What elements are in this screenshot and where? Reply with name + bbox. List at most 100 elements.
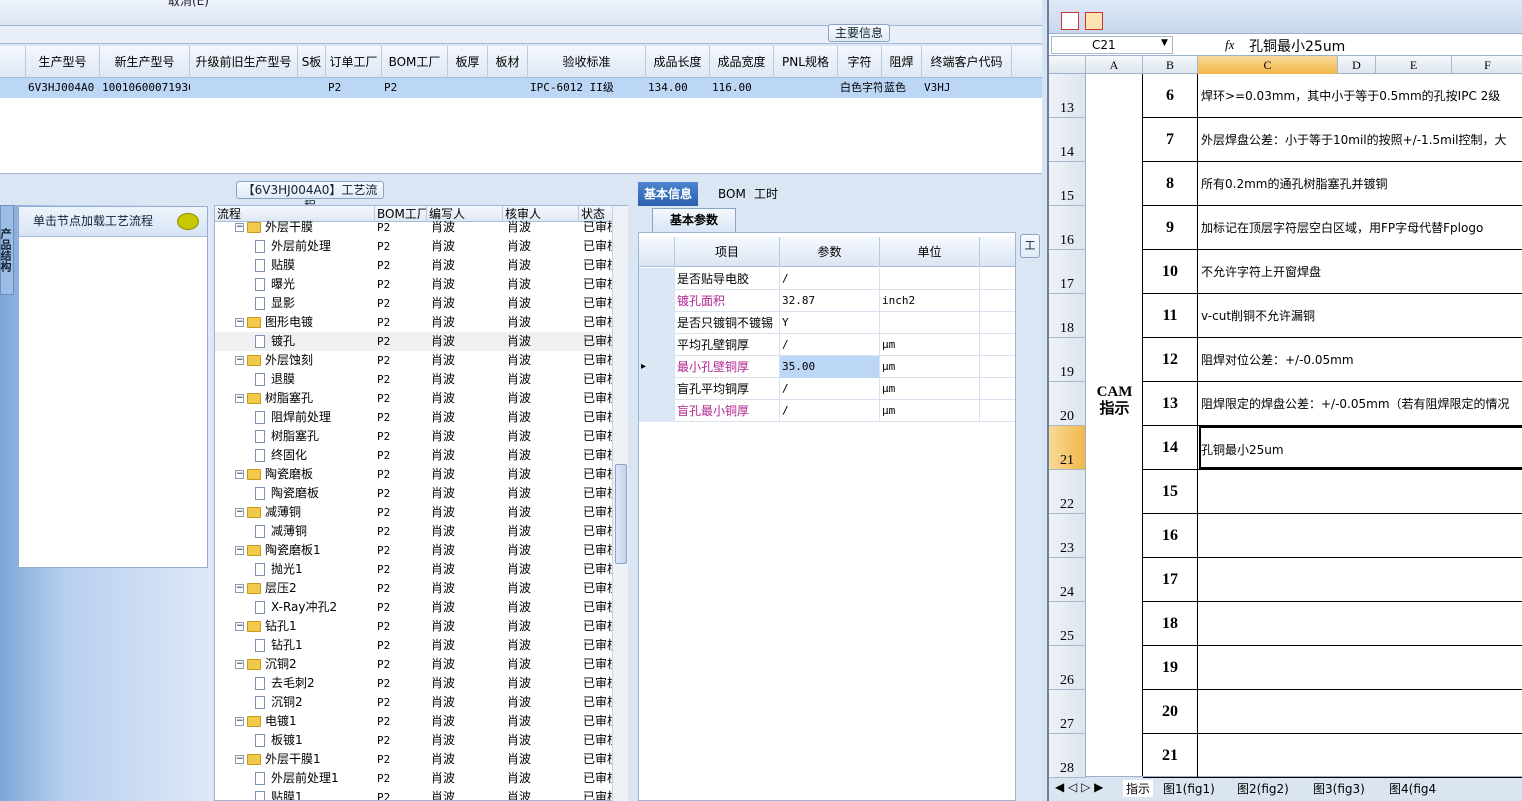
- collapse-icon[interactable]: −: [235, 584, 244, 593]
- column-header[interactable]: 阻焊: [882, 46, 922, 78]
- row-header[interactable]: 21: [1049, 426, 1086, 470]
- collapse-icon[interactable]: −: [235, 546, 244, 555]
- column-header[interactable]: PNL规格: [774, 46, 838, 78]
- row-header[interactable]: 15: [1049, 162, 1086, 206]
- grid-cell[interactable]: P2: [384, 78, 448, 98]
- tab-basic-params[interactable]: 基本参数: [652, 208, 736, 232]
- grid-cell[interactable]: 116.00: [712, 78, 774, 98]
- params-column-header[interactable]: 项目: [675, 237, 780, 267]
- pdf-edit-icon[interactable]: [1085, 12, 1103, 30]
- instruction-cell[interactable]: [1201, 514, 1522, 558]
- instruction-cell[interactable]: [1201, 602, 1522, 646]
- sheet-row[interactable]: 9 加标记在顶层字符层空白区域，用FP字母代替Fplogo: [1143, 206, 1522, 250]
- column-header[interactable]: 板材: [488, 46, 528, 78]
- collapse-icon[interactable]: −: [235, 318, 244, 327]
- column-header-e[interactable]: E: [1376, 56, 1452, 74]
- row-header[interactable]: 14: [1049, 118, 1086, 162]
- product-structure-tab[interactable]: 产品结构: [0, 205, 14, 295]
- grid-cell[interactable]: [776, 78, 838, 98]
- tree-node-step[interactable]: 沉铜2 P2 肖波 肖波 已审核: [215, 693, 619, 712]
- tab-hours[interactable]: 工时: [748, 182, 784, 206]
- grid-cell[interactable]: IPC-6012 II级: [530, 78, 646, 98]
- sheet-tab[interactable]: 图4(fig4: [1389, 780, 1436, 797]
- row-header[interactable]: 22: [1049, 470, 1086, 514]
- main-info-button[interactable]: 主要信息: [828, 24, 890, 42]
- row-header[interactable]: 27: [1049, 690, 1086, 734]
- params-row[interactable]: ▸ 最小孔壁铜厚 35.00 μm: [639, 356, 1015, 378]
- collapse-icon[interactable]: −: [235, 717, 244, 726]
- select-all-corner[interactable]: [1049, 56, 1086, 74]
- process-side-tab[interactable]: 工艺: [1020, 234, 1040, 258]
- item-number-cell[interactable]: 9: [1143, 206, 1198, 250]
- column-header[interactable]: 成品长度: [646, 46, 710, 78]
- item-number-cell[interactable]: 20: [1143, 690, 1198, 734]
- instruction-cell[interactable]: 阻焊对位公差：+/-0.05mm: [1201, 338, 1522, 382]
- item-number-cell[interactable]: 13: [1143, 382, 1198, 426]
- tree-node-step[interactable]: X-Ray冲孔2 P2 肖波 肖波 已审核: [215, 598, 619, 617]
- sheet-tab[interactable]: 图3(fig3): [1313, 780, 1365, 797]
- row-header[interactable]: 19: [1049, 338, 1086, 382]
- column-header-d[interactable]: D: [1338, 56, 1376, 74]
- collapse-icon[interactable]: −: [235, 660, 244, 669]
- tree-node-step[interactable]: 退膜 P2 肖波 肖波 已审核: [215, 370, 619, 389]
- column-header-f[interactable]: F: [1452, 56, 1522, 74]
- column-header[interactable]: 新生产型号: [100, 46, 190, 78]
- collapse-icon[interactable]: −: [235, 470, 244, 479]
- sheet-row[interactable]: 17: [1143, 558, 1522, 602]
- column-header[interactable]: 板厚: [448, 46, 488, 78]
- row-header[interactable]: 20: [1049, 382, 1086, 426]
- tab-basic-info[interactable]: 基本信息: [638, 182, 699, 206]
- item-number-cell[interactable]: 10: [1143, 250, 1198, 294]
- sheet-row[interactable]: 12 阻焊对位公差：+/-0.05mm: [1143, 338, 1522, 382]
- column-header[interactable]: S板: [298, 46, 326, 78]
- sheet-row[interactable]: 6 焊环>=0.03mm，其中小于等于0.5mm的孔按IPC 2级: [1143, 74, 1522, 118]
- column-header[interactable]: 生产型号: [26, 46, 100, 78]
- instruction-cell[interactable]: v-cut削铜不允许漏铜: [1201, 294, 1522, 338]
- row-header[interactable]: 28: [1049, 734, 1086, 778]
- sheet-row[interactable]: 13 阻焊限定的焊盘公差：+/-0.05mm（若有阻焊限定的情况: [1143, 382, 1522, 426]
- row-header[interactable]: 23: [1049, 514, 1086, 558]
- column-header[interactable]: 验收标准: [528, 46, 646, 78]
- formula-input[interactable]: 孔铜最小25um: [1249, 36, 1345, 56]
- grid-cell[interactable]: 蓝色: [884, 78, 922, 98]
- row-header[interactable]: 24: [1049, 558, 1086, 602]
- sheet-row[interactable]: 8 所有0.2mm的通孔树脂塞孔并镀铜: [1143, 162, 1522, 206]
- grid-cell[interactable]: 6V3HJ004A0: [28, 78, 100, 98]
- tree-node-step[interactable]: 镀孔 P2 肖波 肖波 已审核: [215, 332, 619, 351]
- tree-node-group[interactable]: − 钻孔1 P2 肖波 肖波 已审核: [215, 617, 619, 636]
- params-row[interactable]: 镀孔面积 32.87 inch2: [639, 290, 1015, 312]
- instruction-cell[interactable]: 加标记在顶层字符层空白区域，用FP字母代替Fplogo: [1201, 206, 1522, 250]
- item-number-cell[interactable]: 19: [1143, 646, 1198, 690]
- sheet-row[interactable]: 15: [1143, 470, 1522, 514]
- grid-cell[interactable]: 白色字符: [840, 78, 882, 98]
- tree-node-step[interactable]: 外层前处理 P2 肖波 肖波 已审核: [215, 237, 619, 256]
- item-number-cell[interactable]: 16: [1143, 514, 1198, 558]
- sheet-row[interactable]: 18: [1143, 602, 1522, 646]
- tree-node-step[interactable]: 树脂塞孔 P2 肖波 肖波 已审核: [215, 427, 619, 446]
- tree-node-group[interactable]: − 外层干膜1 P2 肖波 肖波 已审核: [215, 750, 619, 769]
- tree-node-step[interactable]: 钻孔1 P2 肖波 肖波 已审核: [215, 636, 619, 655]
- instruction-cell[interactable]: 外层焊盘公差：小于等于10mil的按照+/-1.5mil控制，大: [1201, 118, 1522, 162]
- collapse-icon[interactable]: −: [235, 223, 244, 232]
- collapse-icon[interactable]: −: [235, 508, 244, 517]
- grid-cell[interactable]: P2: [328, 78, 382, 98]
- cancel-button[interactable]: 取消(E): [168, 0, 209, 9]
- instruction-cell[interactable]: 不允许字符上开窗焊盘: [1201, 250, 1522, 294]
- instruction-cell[interactable]: 焊环>=0.03mm，其中小于等于0.5mm的孔按IPC 2级: [1201, 74, 1522, 118]
- tree-node-group[interactable]: − 电镀1 P2 肖波 肖波 已审核: [215, 712, 619, 731]
- instruction-cell[interactable]: [1201, 646, 1522, 690]
- item-number-cell[interactable]: 11: [1143, 294, 1198, 338]
- tree-node-step[interactable]: 减薄铜 P2 肖波 肖波 已审核: [215, 522, 619, 541]
- column-header[interactable]: 订单工厂: [326, 46, 382, 78]
- grid-cell[interactable]: [300, 78, 326, 98]
- tree-node-step[interactable]: 板镀1 P2 肖波 肖波 已审核: [215, 731, 619, 750]
- tree-node-step[interactable]: 贴膜1 P2 肖波 肖波 已审核: [215, 788, 619, 800]
- param-value[interactable]: /: [780, 400, 880, 422]
- column-header-a[interactable]: A: [1086, 56, 1143, 74]
- tree-node-step[interactable]: 抛光1 P2 肖波 肖波 已审核: [215, 560, 619, 579]
- params-row[interactable]: 平均孔壁铜厚 / μm: [639, 334, 1015, 356]
- tree-node-group[interactable]: − 层压2 P2 肖波 肖波 已审核: [215, 579, 619, 598]
- name-box[interactable]: C21: [1051, 36, 1173, 54]
- sheet-row[interactable]: 14 孔铜最小25um: [1143, 426, 1522, 470]
- column-header[interactable]: BOM工厂: [382, 46, 448, 78]
